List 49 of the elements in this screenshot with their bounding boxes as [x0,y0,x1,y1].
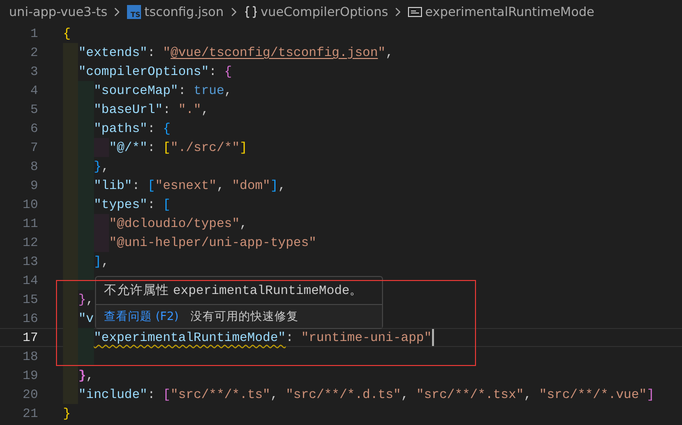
breadcrumb-item[interactable]: tsconfig.json [144,4,224,19]
code-line: "paths": { [63,119,171,138]
line-number: 16 [22,310,38,328]
code-line: "@dcloudio/types", [63,214,248,233]
code-line: { [63,25,71,43]
line-number: 7 [29,139,38,157]
line-number: 14 [22,272,38,290]
code-line: }, [63,157,110,176]
code-line [63,347,94,366]
no-quick-fix-text: 没有可用的快速修复 [190,309,299,324]
line-number: 8 [29,158,38,176]
line-number: 2 [29,44,38,62]
line-number: 6 [29,120,38,138]
code-line: "include": ["src/**/*.ts", "src/**/*.d.ts", "src/**/*.tsx", "src/**/*.vue"] [63,385,654,404]
line-number: 9 [29,177,38,195]
line-number: 5 [29,101,38,119]
code-line: "compilerOptions": { [63,62,232,81]
line-number: 21 [22,405,38,423]
error-message: 不允许属性 experimentalRuntimeMode。 [103,281,364,300]
code-line: } [63,405,71,423]
code-line: "lib": ["esnext", "dom"], [63,176,286,195]
breadcrumb-item[interactable]: uni-app-vue3-ts [9,4,108,19]
braces-icon [244,4,258,18]
breadcrumb-item[interactable]: vueCompilerOptions [260,4,388,19]
code-line: "@uni-helper/uni-app-types" [63,233,316,252]
line-number: 20 [22,386,38,404]
line-number: 15 [22,291,38,309]
line-number: 13 [22,253,38,271]
code-line: "sourceMap": true, [63,81,232,100]
text-cursor [432,329,434,346]
code-line: "types": [ [63,195,171,214]
line-number: 19 [22,367,38,385]
code-line: "experimentalRuntimeMode": "runtime-uni-app" [63,328,432,347]
breadcrumb-item[interactable]: experimentalRuntimeMode [425,4,594,19]
code-line: "@/*": ["./src/*"] [63,138,248,157]
line-number: 3 [29,63,38,81]
text-field-icon [408,6,422,18]
code-line: "extends": "@vue/tsconfig/tsconfig.json", [63,43,394,62]
line-number: 11 [22,215,38,233]
line-number: 1 [29,25,38,43]
line-number: 18 [22,348,38,366]
code-line: "baseUrl": ".", [63,100,209,119]
line-number: 17 [22,329,38,347]
code-line: "v [63,309,94,328]
line-number: 12 [22,234,38,252]
line-number: 4 [29,82,38,100]
code-line: ], [63,252,110,271]
line-number: 10 [22,196,38,214]
view-problem-link[interactable]: 查看问题 (F2) [104,309,179,324]
